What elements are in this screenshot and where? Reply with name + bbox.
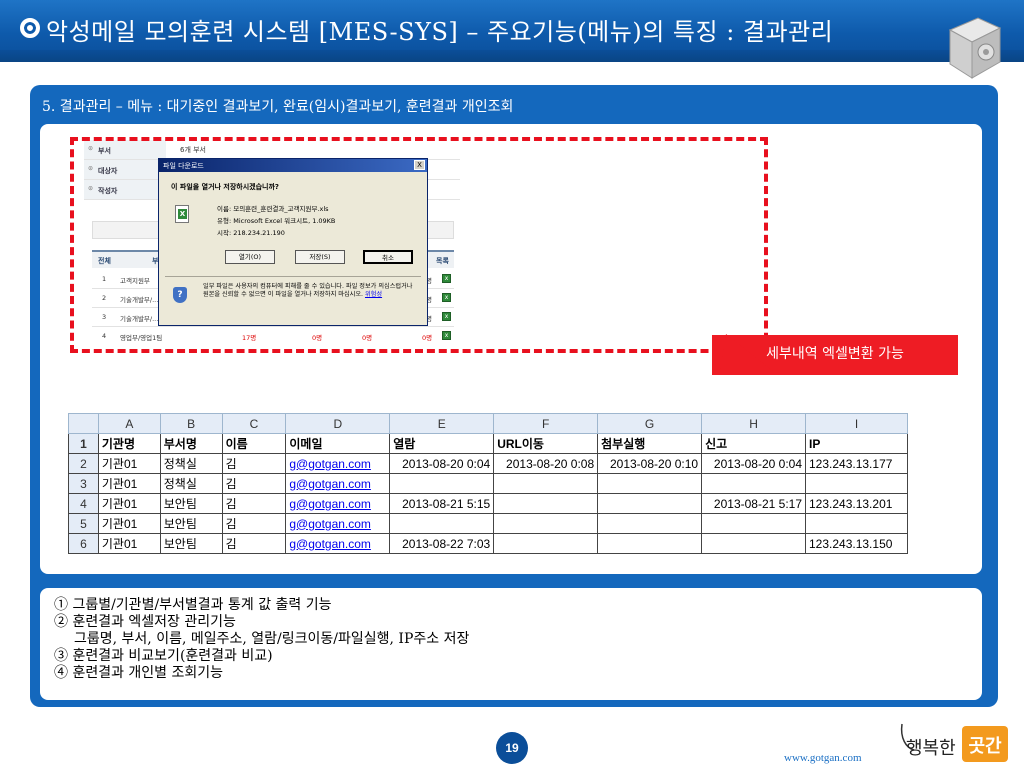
column-header[interactable]: F bbox=[493, 413, 599, 434]
cell[interactable]: 보안팀 bbox=[159, 533, 223, 554]
header-cell[interactable]: 이름 bbox=[221, 433, 287, 454]
section-heading: 5. 결과관리 – 메뉴 : 대기중인 결과보기, 완료(임시)결과보기, 훈련… bbox=[42, 99, 514, 115]
cell[interactable]: 김 bbox=[221, 533, 287, 554]
callout-pointer bbox=[720, 334, 774, 372]
cell[interactable]: 정책실 bbox=[159, 453, 223, 474]
svg-text:행복한: 행복한 bbox=[906, 738, 956, 759]
email-cell[interactable]: g@gotgan.com bbox=[285, 513, 391, 534]
cell[interactable]: 기관01 bbox=[97, 473, 161, 494]
note-subitem: 그룹명, 부서, 이름, 메일주소, 열람/링크이동/파일실행, IP주소 저장 bbox=[74, 631, 470, 647]
cell[interactable]: 2013-08-21 5:17 bbox=[701, 493, 806, 514]
cell[interactable] bbox=[805, 513, 908, 534]
column-header[interactable]: H bbox=[701, 413, 806, 434]
footer-url[interactable]: www.gotgan.com bbox=[784, 752, 862, 764]
cell[interactable]: 보안팀 bbox=[159, 493, 223, 514]
cell[interactable] bbox=[805, 473, 908, 494]
row-number[interactable]: 5 bbox=[68, 513, 99, 534]
column-header[interactable]: B bbox=[159, 413, 223, 434]
table-row: 1 기관명 부서명 이름 이메일 열람 URL이동 첨부실행 신고 IP bbox=[68, 433, 908, 454]
column-header[interactable]: G bbox=[597, 413, 703, 434]
select-all-corner[interactable] bbox=[68, 413, 99, 434]
page-title: 악성메일 모의훈련 시스템 [MES-SYS] – 주요기능(메뉴)의 특징 :… bbox=[46, 18, 834, 46]
cell[interactable] bbox=[389, 473, 495, 494]
row-number[interactable]: 4 bbox=[68, 493, 99, 514]
column-header[interactable]: E bbox=[389, 413, 495, 434]
email-cell[interactable]: g@gotgan.com bbox=[285, 473, 391, 494]
table-row: 2 기관01 정책실 김 g@gotgan.com 2013-08-20 0:0… bbox=[68, 453, 908, 474]
note-item: ④ 훈련결과 개인별 조회기능 bbox=[54, 665, 224, 681]
cell[interactable] bbox=[701, 473, 806, 494]
excel-spreadsheet: A B C D E F G H I 1 기관명 부서명 이름 이메일 열람 UR… bbox=[68, 413, 908, 554]
cell[interactable]: 보안팀 bbox=[159, 513, 223, 534]
column-header[interactable]: D bbox=[285, 413, 391, 434]
cell[interactable]: 2013-08-21 5:15 bbox=[389, 493, 495, 514]
cell[interactable] bbox=[597, 473, 703, 494]
cell[interactable] bbox=[493, 533, 599, 554]
note-item: ② 훈련결과 엑셀저장 관리기능 bbox=[54, 614, 236, 630]
highlight-dashed-box bbox=[70, 137, 768, 353]
cell[interactable]: 정책실 bbox=[159, 473, 223, 494]
email-cell[interactable]: g@gotgan.com bbox=[285, 453, 391, 474]
cell[interactable]: 김 bbox=[221, 493, 287, 514]
email-cell[interactable]: g@gotgan.com bbox=[285, 493, 391, 514]
cell[interactable]: 김 bbox=[221, 453, 287, 474]
row-number[interactable]: 6 bbox=[68, 533, 99, 554]
header-cell[interactable]: 첨부실행 bbox=[597, 433, 703, 454]
email-cell[interactable]: g@gotgan.com bbox=[285, 533, 391, 554]
cube-logo-icon bbox=[948, 17, 1002, 79]
note-item: ① 그룹별/기관별/부서별결과 통계 값 출력 기능 bbox=[54, 597, 332, 613]
header-cell[interactable]: 기관명 bbox=[97, 433, 161, 454]
column-header[interactable]: A bbox=[97, 413, 161, 434]
page-number: 19 bbox=[496, 732, 528, 764]
row-number[interactable]: 1 bbox=[68, 433, 99, 454]
cell[interactable]: 기관01 bbox=[97, 493, 161, 514]
cell[interactable]: 123.243.13.150 bbox=[805, 533, 908, 554]
row-number[interactable]: 2 bbox=[68, 453, 99, 474]
cell[interactable]: 2013-08-20 0:04 bbox=[389, 453, 495, 474]
column-header-row: A B C D E F G H I bbox=[68, 413, 908, 434]
cell[interactable]: 기관01 bbox=[97, 453, 161, 474]
header-cell[interactable]: 이메일 bbox=[285, 433, 391, 454]
cell[interactable]: 김 bbox=[221, 513, 287, 534]
cell[interactable] bbox=[493, 493, 599, 514]
header-cell[interactable]: 부서명 bbox=[159, 433, 223, 454]
cell[interactable] bbox=[493, 473, 599, 494]
header-cell[interactable]: IP bbox=[805, 433, 908, 454]
note-item: ③ 훈련결과 비교보기(훈련결과 비교) bbox=[54, 648, 273, 664]
feature-notes: ① 그룹별/기관별/부서별결과 통계 값 출력 기능 ② 훈련결과 엑셀저장 관… bbox=[54, 597, 469, 682]
cell[interactable]: 기관01 bbox=[97, 533, 161, 554]
cell[interactable]: 김 bbox=[221, 473, 287, 494]
brand-logo-icon: 행복한 곳간 bbox=[900, 723, 1008, 762]
column-header[interactable]: I bbox=[805, 413, 908, 434]
cell[interactable]: 기관01 bbox=[97, 513, 161, 534]
cell[interactable]: 2013-08-22 7:03 bbox=[389, 533, 495, 554]
header-cell[interactable]: URL이동 bbox=[493, 433, 599, 454]
column-header[interactable]: C bbox=[221, 413, 287, 434]
cell[interactable]: 2013-08-20 0:10 bbox=[597, 453, 703, 474]
table-row: 3 기관01 정책실 김 g@gotgan.com bbox=[68, 473, 908, 494]
title-bullet-icon bbox=[20, 18, 40, 38]
cell[interactable] bbox=[597, 513, 703, 534]
cell[interactable]: 123.243.13.201 bbox=[805, 493, 908, 514]
cell[interactable]: 2013-08-20 0:04 bbox=[701, 453, 806, 474]
cell[interactable] bbox=[493, 513, 599, 534]
row-number[interactable]: 3 bbox=[68, 473, 99, 494]
cell[interactable]: 123.243.13.177 bbox=[805, 453, 908, 474]
table-row: 4 기관01 보안팀 김 g@gotgan.com 2013-08-21 5:1… bbox=[68, 493, 908, 514]
table-row: 5 기관01 보안팀 김 g@gotgan.com bbox=[68, 513, 908, 534]
cell[interactable]: 2013-08-20 0:08 bbox=[493, 453, 599, 474]
table-row: 6 기관01 보안팀 김 g@gotgan.com 2013-08-22 7:0… bbox=[68, 533, 908, 554]
cell[interactable] bbox=[701, 533, 806, 554]
cell[interactable] bbox=[389, 513, 495, 534]
cell[interactable] bbox=[701, 513, 806, 534]
header-cell[interactable]: 열람 bbox=[389, 433, 495, 454]
cell[interactable] bbox=[597, 493, 703, 514]
title-bar: 악성메일 모의훈련 시스템 [MES-SYS] – 주요기능(메뉴)의 특징 :… bbox=[0, 0, 1024, 62]
svg-text:곳간: 곳간 bbox=[968, 736, 1002, 757]
cell[interactable] bbox=[597, 533, 703, 554]
header-cell[interactable]: 신고 bbox=[701, 433, 806, 454]
